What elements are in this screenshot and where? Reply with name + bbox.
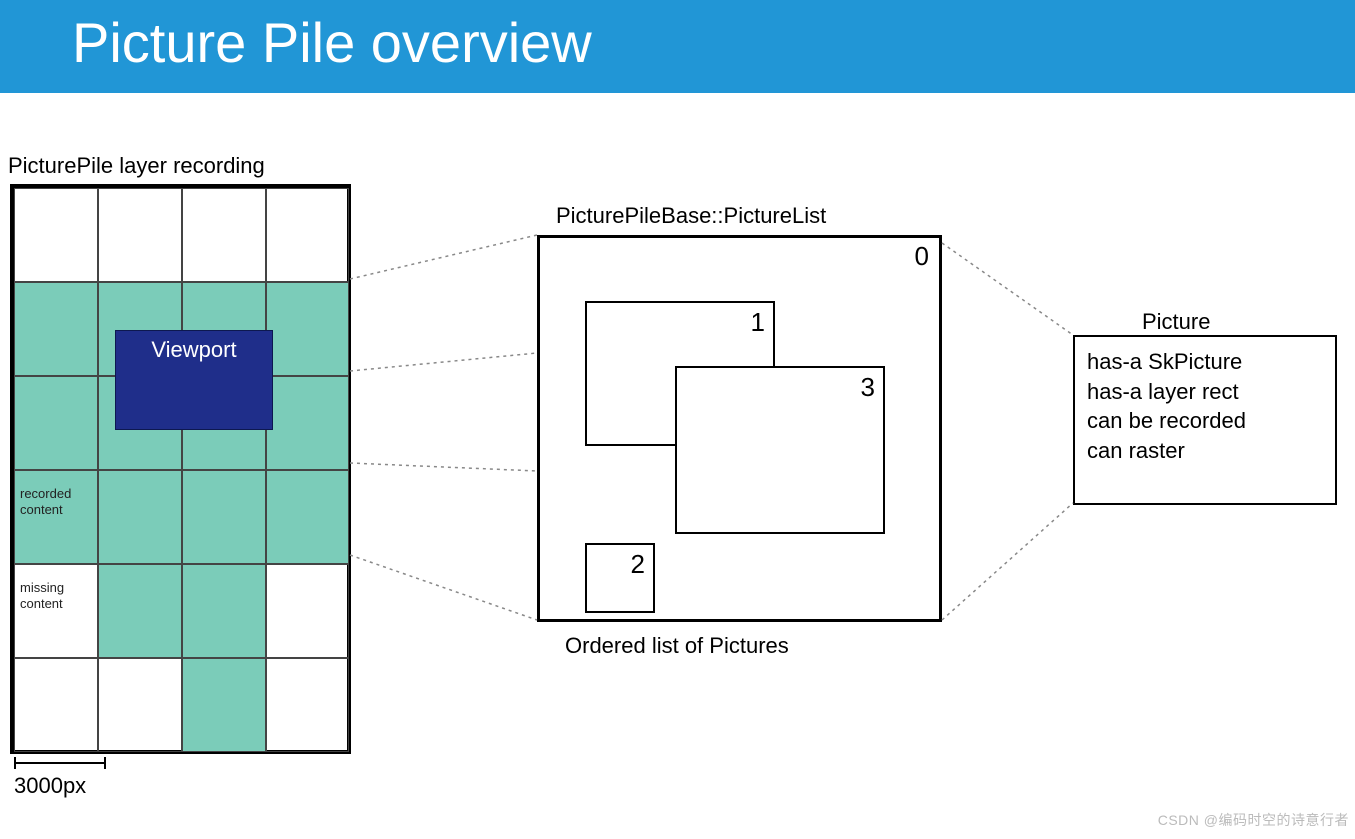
picture-line-3: can be recorded bbox=[1087, 406, 1323, 436]
diagram-stage: PicturePile layer recording bbox=[0, 93, 1355, 832]
picture-index-1: 1 bbox=[751, 307, 765, 338]
picture-box-3: 3 bbox=[675, 366, 885, 534]
picture-box-2: 2 bbox=[585, 543, 655, 613]
slide-title: Picture Pile overview bbox=[72, 10, 1355, 75]
picture-index-2: 2 bbox=[631, 549, 645, 580]
picture-line-4: can raster bbox=[1087, 436, 1323, 466]
scale-bar-icon bbox=[14, 757, 106, 769]
picture-index-3: 3 bbox=[861, 372, 875, 403]
recorded-content-label: recorded content bbox=[20, 486, 71, 519]
viewport-label: Viewport bbox=[151, 337, 236, 362]
picturelist-box: 0 1 3 2 bbox=[537, 235, 942, 622]
scale-label: 3000px bbox=[14, 773, 86, 799]
slide-header: Picture Pile overview bbox=[0, 0, 1355, 93]
viewport-box: Viewport bbox=[115, 330, 273, 430]
watermark: CSDN @编码时空的诗意行者 bbox=[1158, 810, 1349, 830]
picture-details-box: has-a SkPicture has-a layer rect can be … bbox=[1073, 335, 1337, 505]
picture-line-2: has-a layer rect bbox=[1087, 377, 1323, 407]
picture-line-1: has-a SkPicture bbox=[1087, 347, 1323, 377]
picture-title: Picture bbox=[1142, 309, 1210, 335]
picturelist-caption: Ordered list of Pictures bbox=[565, 633, 789, 659]
missing-content-label: missing content bbox=[20, 580, 64, 613]
picturepile-grid: Viewport recorded content missing conten… bbox=[10, 184, 351, 754]
picture-index-0: 0 bbox=[915, 241, 929, 272]
picturelist-title: PicturePileBase::PictureList bbox=[556, 203, 826, 229]
grid-title: PicturePile layer recording bbox=[8, 153, 265, 179]
